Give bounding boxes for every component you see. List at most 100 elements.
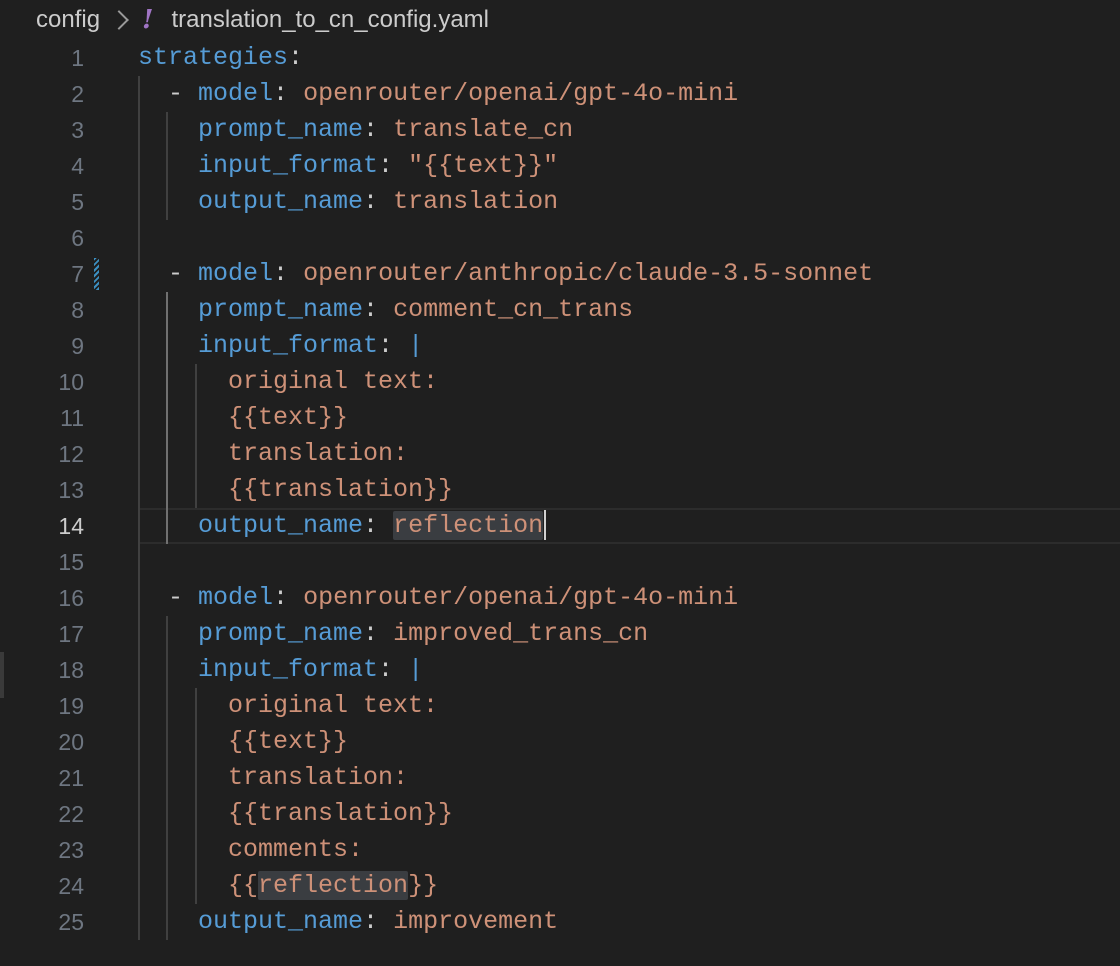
list-dash: - (168, 79, 199, 108)
code-line[interactable]: 2 - model: openrouter/openai/gpt-4o-mini (0, 76, 1120, 112)
code-line[interactable]: 18 input_format: | (0, 652, 1120, 688)
code-line[interactable]: 17 prompt_name: improved_trans_cn (0, 616, 1120, 652)
code-line[interactable]: 4 input_format: "{{text}}" (0, 148, 1120, 184)
line-number: 9 (71, 333, 84, 359)
yaml-colon: : (363, 115, 394, 144)
breadcrumb-file[interactable]: translation_to_cn_config.yaml (171, 6, 489, 34)
line-number: 6 (71, 225, 84, 251)
yaml-colon: : (378, 151, 409, 180)
line-content: translation: (138, 760, 408, 796)
code-line[interactable]: 22 {{translation}} (0, 796, 1120, 832)
indent-guide (138, 76, 140, 940)
yaml-key: output_name (198, 511, 364, 540)
yaml-value: openrouter/openai/gpt-4o-mini (303, 583, 739, 612)
code-line[interactable]: 14 output_name: reflection (0, 508, 1120, 544)
code-line[interactable]: 9 input_format: | (0, 328, 1120, 364)
line-content: {{translation}} (138, 472, 453, 508)
code-line[interactable]: 24 {{reflection}} (0, 868, 1120, 904)
block-scalar-indicator: | (408, 655, 424, 684)
line-number: 20 (58, 729, 84, 755)
code-line[interactable]: 6 (0, 220, 1120, 256)
line-number: 16 (58, 585, 84, 611)
yaml-value: comments: (228, 835, 364, 864)
code-line[interactable]: 5 output_name: translation (0, 184, 1120, 220)
line-number: 25 (58, 909, 84, 935)
yaml-value: original text: (228, 367, 439, 396)
line-content: input_format: "{{text}}" (138, 148, 558, 184)
yaml-key: model (198, 259, 274, 288)
yaml-colon: : (273, 583, 304, 612)
indent-guide (166, 112, 168, 220)
yaml-value: openrouter/anthropic/claude-3.5-sonnet (303, 259, 874, 288)
list-dash: - (168, 583, 199, 612)
indent-guide (195, 688, 197, 904)
indent-guide (166, 292, 168, 544)
yaml-value: "{{text}}" (408, 151, 559, 180)
line-number: 23 (58, 837, 84, 863)
code-line[interactable]: 3 prompt_name: translate_cn (0, 112, 1120, 148)
yaml-value: translation: (228, 439, 409, 468)
breadcrumb-folder[interactable]: config (36, 6, 100, 34)
yaml-key: prompt_name (198, 619, 364, 648)
modified-line-marker[interactable] (94, 258, 99, 290)
yaml-key: model (198, 583, 274, 612)
yaml-key: input_format (198, 331, 379, 360)
line-content: comments: (138, 832, 363, 868)
code-line[interactable]: 11 {{text}} (0, 400, 1120, 436)
line-number: 18 (58, 657, 84, 683)
highlighted-word: reflection (258, 871, 409, 900)
line-number: 2 (71, 81, 84, 107)
line-number: 13 (58, 477, 84, 503)
line-number: 1 (71, 45, 84, 71)
yaml-value: }} (408, 871, 439, 900)
yaml-value: comment_cn_trans (393, 295, 634, 324)
indent-guide (195, 364, 197, 508)
yaml-value: {{ (228, 871, 259, 900)
code-line[interactable]: 20 {{text}} (0, 724, 1120, 760)
code-line[interactable]: 21 translation: (0, 760, 1120, 796)
code-area[interactable]: 1 strategies: 2 - model: openrouter/openai… (0, 40, 1120, 940)
code-line[interactable]: 12 translation: (0, 436, 1120, 472)
line-content: output_name: reflection (138, 508, 547, 544)
yaml-file-icon: ! (142, 5, 154, 35)
code-line[interactable]: 19 original text: (0, 688, 1120, 724)
yaml-value: {{translation}} (228, 799, 454, 828)
line-number: 19 (58, 693, 84, 719)
line-content: original text: (138, 688, 438, 724)
yaml-value: {{translation}} (228, 475, 454, 504)
yaml-value: translation: (228, 763, 409, 792)
yaml-key: prompt_name (198, 115, 364, 144)
highlighted-word: reflection (393, 511, 544, 540)
code-line[interactable]: 15 (0, 544, 1120, 580)
code-line[interactable]: 10 original text: (0, 364, 1120, 400)
code-line[interactable]: 16 - model: openrouter/openai/gpt-4o-min… (0, 580, 1120, 616)
code-line[interactable]: 23 comments: (0, 832, 1120, 868)
yaml-key: input_format (198, 655, 379, 684)
code-line[interactable]: 8 prompt_name: comment_cn_trans (0, 292, 1120, 328)
line-content: prompt_name: comment_cn_trans (138, 292, 633, 328)
line-number: 4 (71, 153, 84, 179)
line-number: 7 (71, 261, 84, 287)
yaml-value: openrouter/openai/gpt-4o-mini (303, 79, 739, 108)
yaml-colon: : (378, 655, 409, 684)
code-line[interactable]: 1 strategies: (0, 40, 1120, 76)
line-content: {{text}} (138, 400, 348, 436)
code-editor[interactable]: config ! translation_to_cn_config.yaml 1… (0, 0, 1120, 966)
yaml-colon: : (378, 331, 409, 360)
line-number: 12 (58, 441, 84, 467)
code-line[interactable]: 7 - model: openrouter/anthropic/claude-3… (0, 256, 1120, 292)
code-line[interactable]: 13 {{translation}} (0, 472, 1120, 508)
line-content: - model: openrouter/anthropic/claude-3.5… (138, 256, 873, 292)
line-content: - model: openrouter/openai/gpt-4o-mini (138, 580, 738, 616)
code-line[interactable]: 25 output_name: improvement (0, 904, 1120, 940)
